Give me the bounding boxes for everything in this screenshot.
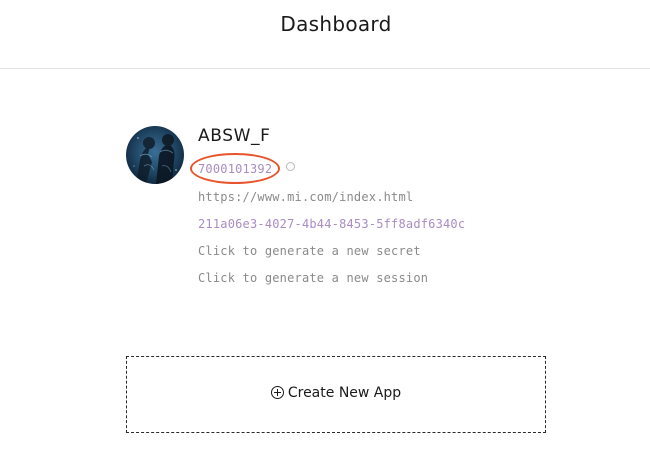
create-new-app-content: Create New App — [127, 385, 545, 401]
avatar — [126, 126, 184, 184]
generate-secret-link[interactable]: Click to generate a new secret — [198, 244, 421, 258]
redirect-url: https://www.mi.com/index.html — [198, 190, 414, 204]
generate-session-link[interactable]: Click to generate a new session — [198, 271, 428, 285]
page-title: Dashboard — [280, 12, 392, 36]
app-name: ABSW_F — [198, 126, 271, 146]
header-bar: Dashboard — [0, 0, 650, 69]
app-id-highlight-annotation — [190, 153, 280, 184]
copy-icon[interactable] — [286, 162, 295, 171]
create-new-app-label: Create New App — [287, 385, 402, 401]
plus-circle-icon — [270, 386, 284, 399]
create-new-app-button[interactable]: Create New App — [126, 356, 546, 433]
app-key: 211a06e3-4027-4b44-8453-5ff8adf6340c — [198, 217, 466, 231]
